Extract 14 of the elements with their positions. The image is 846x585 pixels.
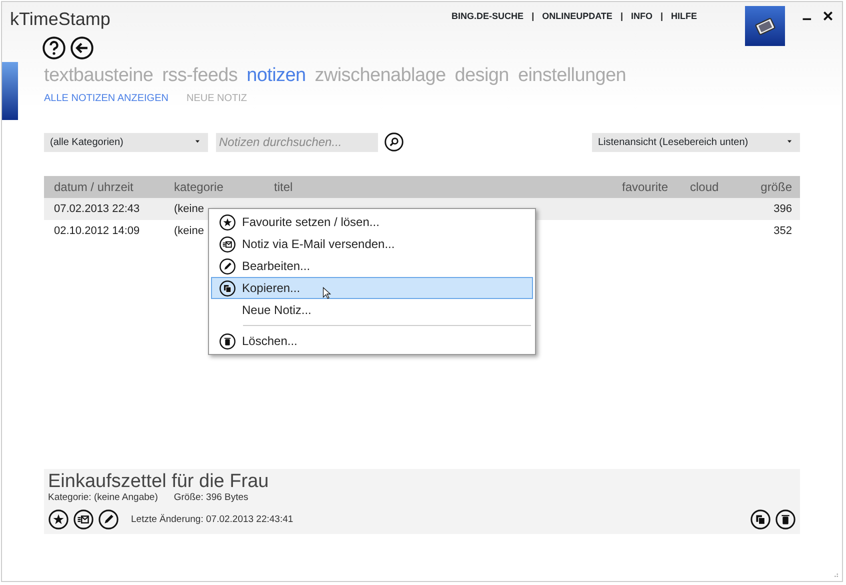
modified-text: Letzte Änderung: 07.02.2013 22:43:41 <box>131 512 294 527</box>
size-text: Größe: 396 Bytes <box>174 491 248 505</box>
table-cell-text: 07.02.2013 22:43 <box>53 202 141 217</box>
table-cell-text: 396 <box>772 202 793 217</box>
table-cell-text: 02.10.2012 14:09 <box>53 224 141 239</box>
link-separator: | <box>532 10 534 23</box>
link-separator: | <box>620 10 623 23</box>
window-title: kTimeStamp <box>9 8 112 31</box>
category-text: Kategorie: (keine Angabe) <box>48 491 158 505</box>
link-separator: | <box>660 10 663 23</box>
table-cell-text: (keine <box>174 224 205 239</box>
preview-title: Einkaufszettel für die Frau <box>48 473 270 491</box>
table-cell-text: (keine <box>174 202 205 217</box>
table-cell-text: 352 <box>772 224 793 239</box>
